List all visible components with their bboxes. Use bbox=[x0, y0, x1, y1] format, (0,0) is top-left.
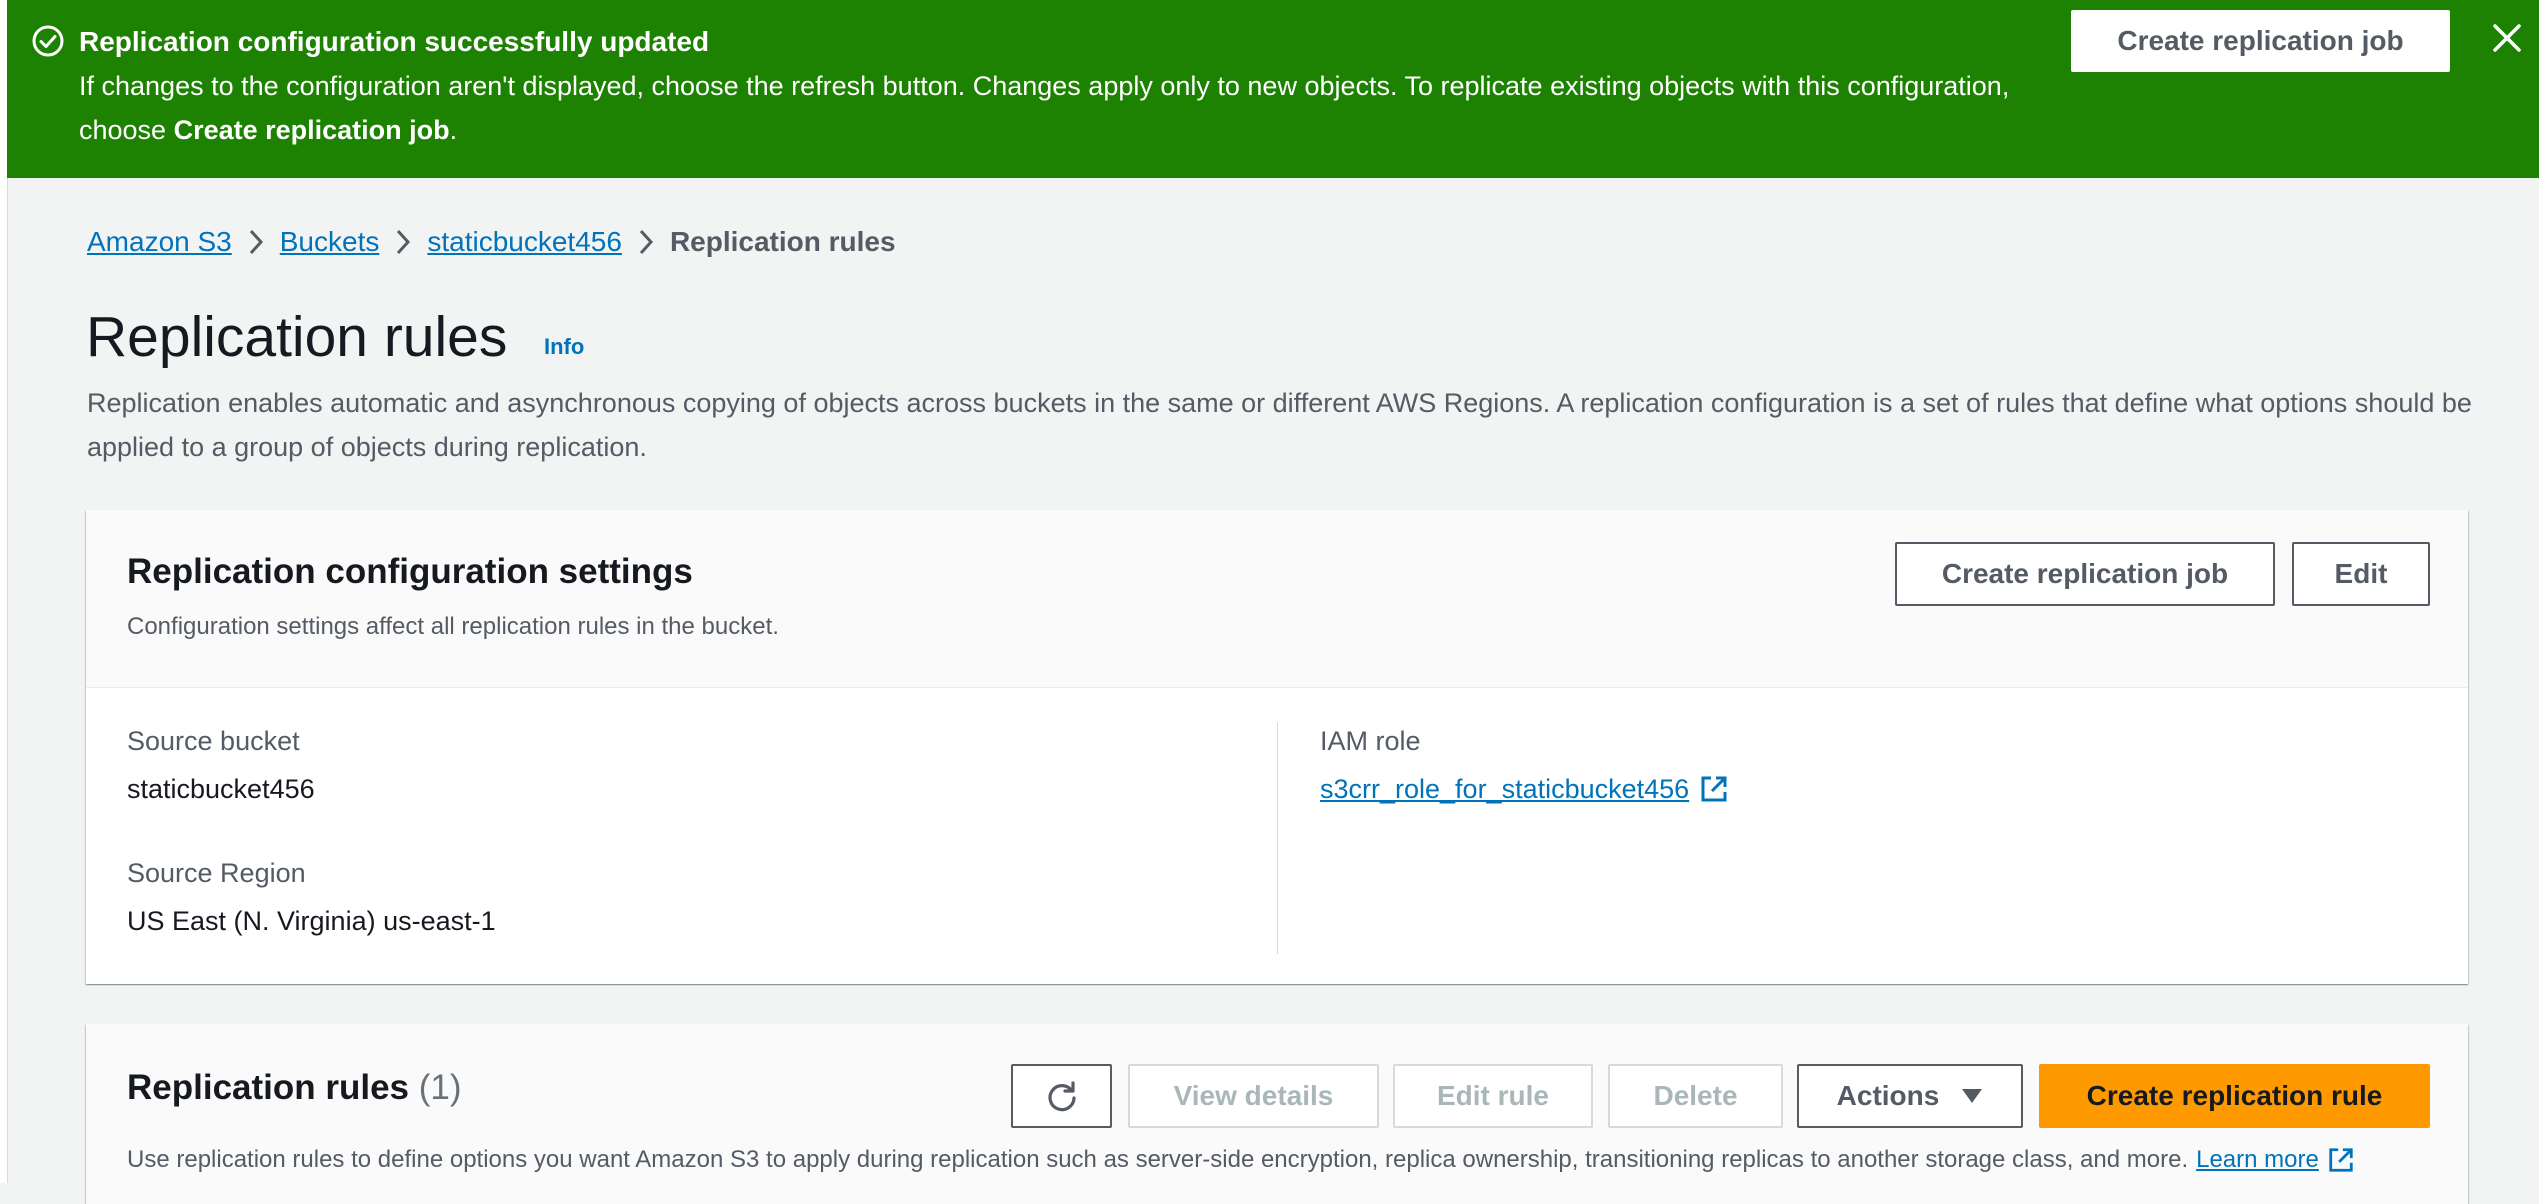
rules-title: Replication rules (1) bbox=[127, 1066, 462, 1110]
flash-message-bold: Create replication job bbox=[173, 115, 450, 145]
settings-title: Replication configuration settings bbox=[127, 552, 693, 591]
flash-title: Replication configuration successfully u… bbox=[79, 26, 710, 57]
iam-role-value[interactable]: s3crr_role_for_staticbucket456 bbox=[1320, 772, 1689, 806]
source-region-label: Source Region bbox=[127, 858, 306, 888]
settings-header: Replication configuration settings Confi… bbox=[86, 510, 2468, 688]
rules-header: Replication rules (1) View details Edit … bbox=[86, 1024, 2468, 1204]
edit-rule-button[interactable]: Edit rule bbox=[1393, 1064, 1593, 1128]
replication-rules-panel: Replication rules (1) View details Edit … bbox=[86, 1024, 2468, 1204]
chevron-right-icon bbox=[379, 222, 427, 262]
close-icon[interactable] bbox=[2489, 20, 2525, 56]
column-divider bbox=[1277, 722, 1278, 954]
chevron-right-icon bbox=[622, 222, 670, 262]
rules-count: (1) bbox=[418, 1068, 462, 1107]
create-replication-job-button[interactable]: Create replication job bbox=[1895, 542, 2275, 606]
delete-button[interactable]: Delete bbox=[1608, 1064, 1783, 1128]
breadcrumb-amazon-s3[interactable]: Amazon S3 bbox=[87, 226, 232, 258]
info-link[interactable]: Info bbox=[544, 334, 584, 360]
breadcrumb-buckets[interactable]: Buckets bbox=[280, 226, 380, 258]
success-check-icon bbox=[32, 25, 64, 57]
external-link-icon bbox=[2329, 1148, 2353, 1172]
source-region-value: US East (N. Virginia) us-east-1 bbox=[127, 906, 496, 936]
rules-title-text: Replication rules bbox=[127, 1068, 410, 1107]
iam-role-label: IAM role bbox=[1320, 726, 1421, 756]
flash-create-replication-job-button[interactable]: Create replication job bbox=[2071, 10, 2450, 72]
source-bucket-value: staticbucket456 bbox=[127, 774, 315, 804]
iam-role-link[interactable]: s3crr_role_for_staticbucket456 bbox=[1320, 772, 1729, 806]
actions-dropdown-button[interactable]: Actions bbox=[1797, 1064, 2023, 1128]
view-details-button[interactable]: View details bbox=[1128, 1064, 1379, 1128]
success-flash-banner: Replication configuration successfully u… bbox=[7, 0, 2539, 178]
rules-description-text: Use replication rules to define options … bbox=[127, 1146, 2189, 1173]
caret-down-icon bbox=[1962, 1089, 1983, 1103]
rules-description: Use replication rules to define options … bbox=[127, 1144, 2355, 1176]
learn-more-link[interactable]: Learn more bbox=[2196, 1144, 2319, 1176]
settings-description: Configuration settings affect all replic… bbox=[127, 613, 779, 640]
breadcrumb-bucket-name[interactable]: staticbucket456 bbox=[427, 226, 622, 258]
flash-message-suffix: . bbox=[449, 115, 458, 145]
page-title: Replication rules bbox=[86, 305, 508, 369]
refresh-icon bbox=[1047, 1081, 1076, 1112]
breadcrumb-current: Replication rules bbox=[669, 226, 896, 257]
replication-configuration-settings-panel: Replication configuration settings Confi… bbox=[86, 510, 2468, 984]
create-replication-rule-button[interactable]: Create replication rule bbox=[2039, 1064, 2430, 1128]
chevron-right-icon bbox=[232, 222, 280, 262]
source-bucket-label: Source bucket bbox=[127, 726, 300, 756]
edit-button[interactable]: Edit bbox=[2292, 542, 2430, 606]
breadcrumb: Amazon S3 Buckets staticbucket456 Replic… bbox=[87, 222, 896, 262]
refresh-button[interactable] bbox=[1011, 1064, 1112, 1128]
external-link-icon bbox=[1701, 776, 1727, 802]
page-description: Replication enables automatic and asynch… bbox=[87, 388, 2472, 462]
flash-message: If changes to the configuration aren't d… bbox=[79, 64, 2029, 152]
actions-label: Actions bbox=[1836, 1080, 1940, 1111]
